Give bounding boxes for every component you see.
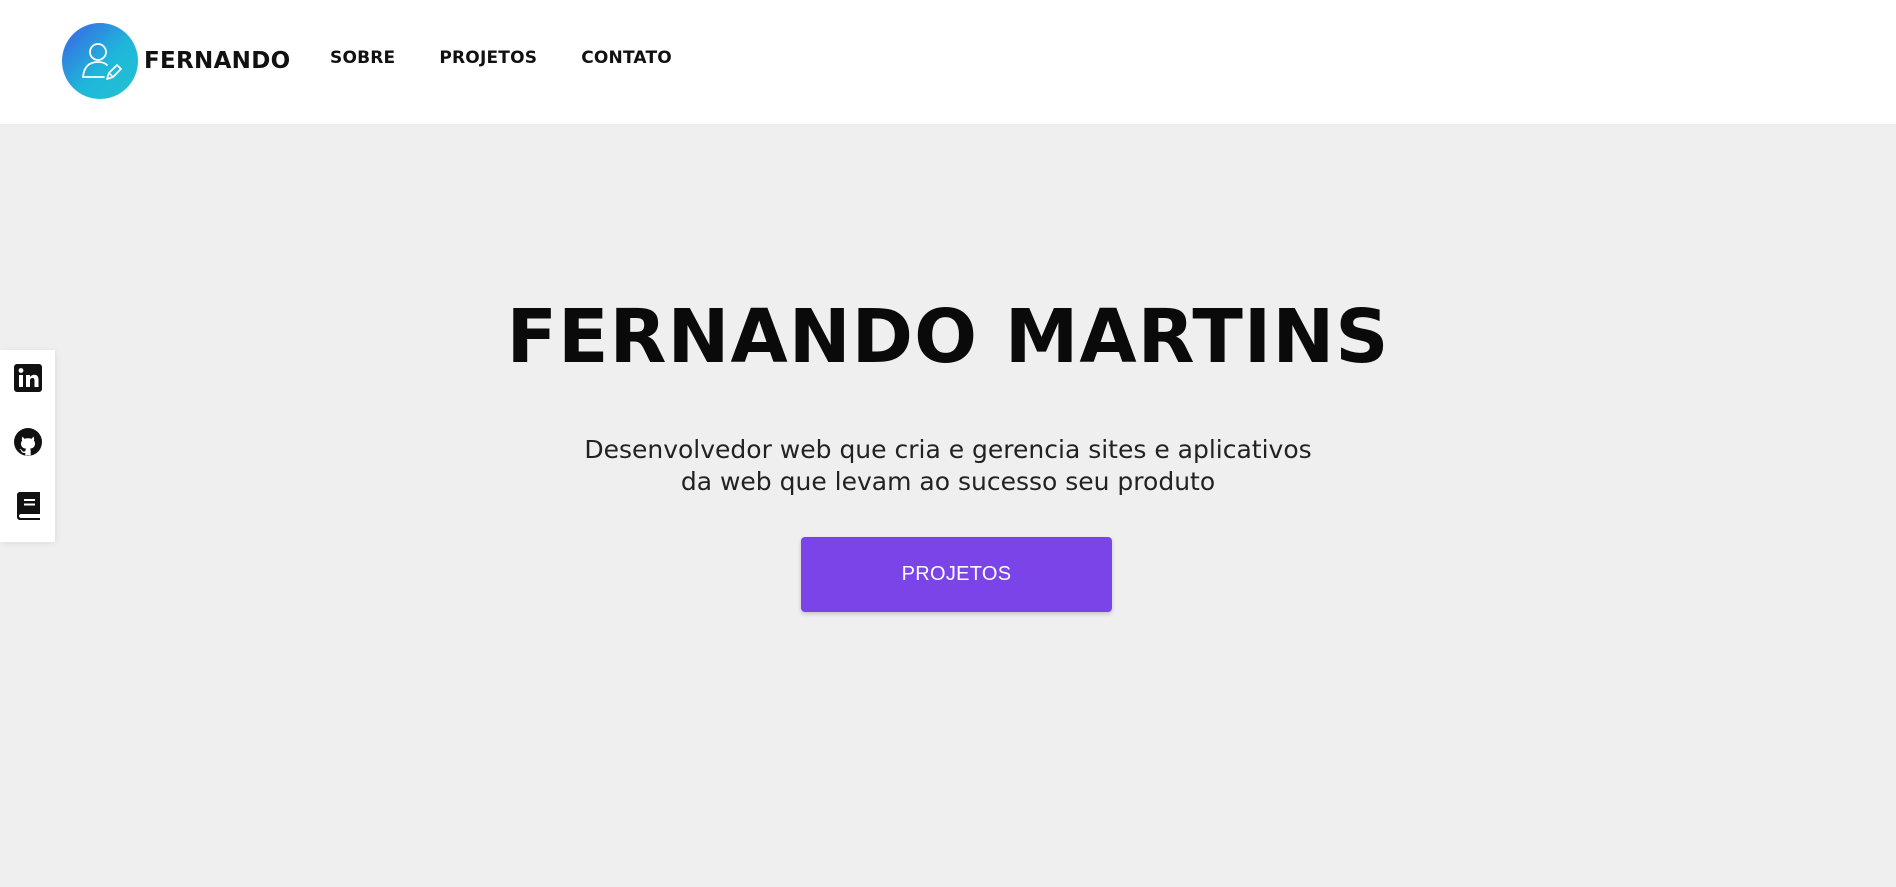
hero-subtitle-line-1: Desenvolvedor web que cria e gerencia si…	[584, 435, 1312, 464]
nav-link-projetos[interactable]: PROJETOS	[439, 48, 537, 68]
site-header: FERNANDO SOBRE PROJETOS CONTATO	[0, 0, 1896, 124]
hero-subtitle-line-2: da web que levam ao sucesso seu produto	[680, 467, 1216, 496]
nav-link-sobre[interactable]: SOBRE	[330, 48, 395, 68]
hero-title: FERNANDO MARTINS	[506, 294, 1390, 380]
hero-section: FERNANDO MARTINS Desenvolvedor web que c…	[0, 124, 1896, 887]
logo-avatar	[62, 23, 138, 99]
hero-subtitle: Desenvolvedor web que cria e gerencia si…	[548, 434, 1348, 498]
nav-link-contato[interactable]: CONTATO	[581, 48, 672, 68]
projetos-button[interactable]: PROJETOS	[801, 537, 1112, 612]
brand-link[interactable]: FERNANDO	[62, 23, 290, 99]
brand-name: FERNANDO	[144, 48, 291, 74]
main-nav: SOBRE PROJETOS CONTATO	[330, 48, 672, 68]
user-edit-icon	[82, 43, 122, 80]
